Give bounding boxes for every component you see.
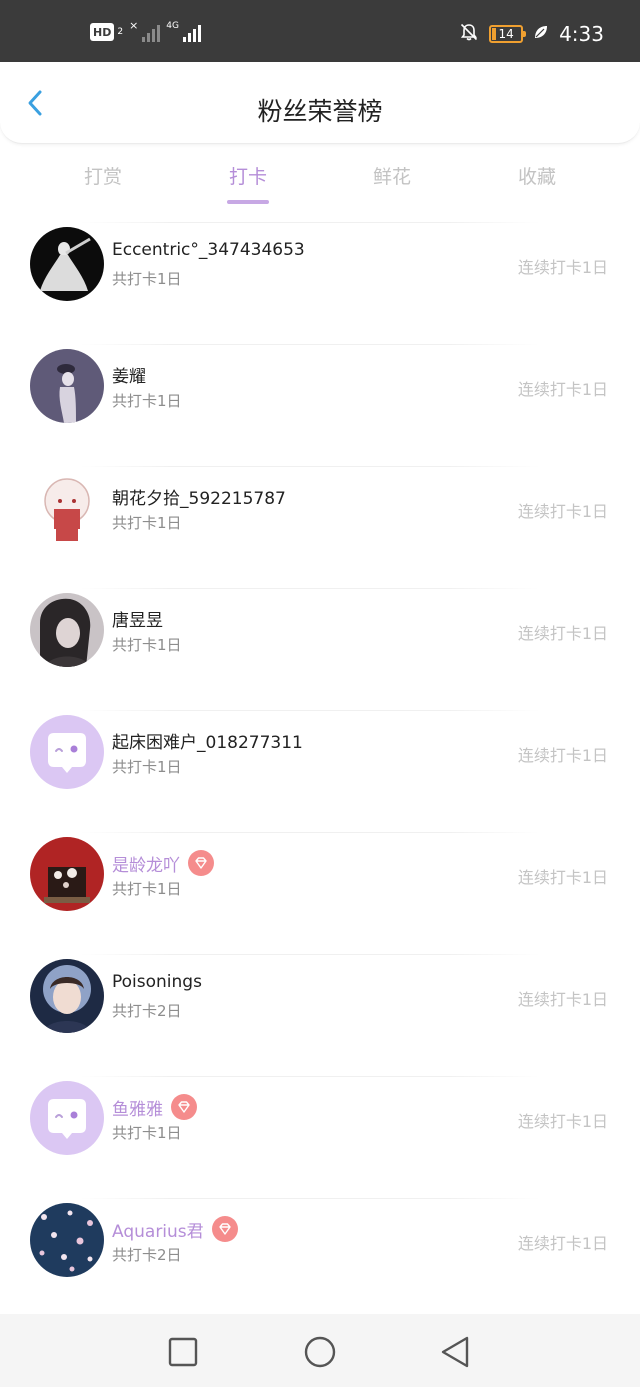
diamond-badge-icon [211,1216,238,1242]
name-line: Aquarius君 [112,1216,238,1242]
divider [80,466,540,467]
no-signal-mark: × [129,18,139,32]
avatar[interactable] [30,593,104,667]
tab-flowers[interactable]: 鲜花 [332,162,452,189]
battery-level: 14 [498,27,514,41]
recent-apps-button[interactable] [165,1334,201,1370]
list-item[interactable]: 朝花夕拾_592215787 共打卡1日 连续打卡1日 [0,466,640,588]
back-triangle-icon [441,1336,469,1368]
diamond-badge-icon [188,850,214,876]
status-right: 14 4:33 [459,22,604,46]
name-line: Eccentric°_347434653 [112,240,305,260]
user-name[interactable]: 鱼雅雅 [112,1095,163,1120]
total-checkins: 共打卡2日 [112,1002,182,1020]
status-left: HD 2 × 4G [90,18,201,42]
avatar[interactable] [30,959,104,1033]
total-checkins: 共打卡1日 [112,636,182,654]
avatar[interactable] [30,349,104,423]
name-line: 是龄龙吖 [112,850,214,876]
status-bar: HD 2 × 4G 14 4:33 [0,0,640,62]
home-icon [304,1336,336,1368]
divider [80,832,540,833]
total-checkins: 共打卡1日 [112,270,182,288]
hd-icon: HD [90,23,115,41]
name-line: 朝花夕拾_592215787 [112,484,286,509]
avatar[interactable] [30,715,104,789]
name-line: 姜耀 [112,362,146,387]
total-checkins: 共打卡1日 [112,514,182,532]
avatar[interactable] [30,227,104,301]
name-line: 起床困难户_018277311 [112,728,303,753]
name-line: Poisonings [112,972,202,992]
avatar[interactable] [30,837,104,911]
list-item[interactable]: 是龄龙吖 共打卡1日 连续打卡1日 [0,832,640,954]
app-header: 粉丝荣誉榜 [0,62,640,144]
divider [80,954,540,955]
list-item[interactable]: Eccentric°_347434653 共打卡1日 连续打卡1日 [0,222,640,344]
user-name[interactable]: Poisonings [112,972,202,992]
streak-checkins: 连续打卡1日 [517,624,608,643]
tab-bar: 打赏 打卡 鲜花 收藏 [0,150,640,210]
total-checkins: 共打卡2日 [112,1246,182,1264]
name-line: 唐昱昱 [112,606,163,631]
user-name[interactable]: 起床困难户_018277311 [112,728,303,753]
page-title: 粉丝荣誉榜 [257,97,383,126]
list-item[interactable]: 鱼雅雅 共打卡1日 连续打卡1日 [0,1076,640,1198]
divider [80,222,540,223]
total-checkins: 共打卡1日 [112,880,182,898]
diamond-badge-icon [171,1094,197,1120]
user-name[interactable]: 朝花夕拾_592215787 [112,484,286,509]
status-time: 4:33 [559,22,604,46]
user-name[interactable]: 姜耀 [112,362,146,387]
list-item[interactable]: 起床困难户_018277311 共打卡1日 连续打卡1日 [0,710,640,832]
streak-checkins: 连续打卡1日 [517,258,608,277]
battery-fill [492,28,497,40]
battery-icon: 14 [489,25,527,43]
streak-checkins: 连续打卡1日 [517,1234,608,1253]
signal-icon [183,22,201,42]
streak-checkins: 连续打卡1日 [517,502,608,521]
divider [80,710,540,711]
tab-reward[interactable]: 打赏 [43,162,163,189]
total-checkins: 共打卡1日 [112,758,182,776]
signal-icon [142,22,161,42]
tab-checkin[interactable]: 打卡 [188,162,308,189]
streak-checkins: 连续打卡1日 [517,380,608,399]
user-name[interactable]: 是龄龙吖 [112,851,180,876]
avatar[interactable] [30,471,104,545]
user-name[interactable]: Aquarius君 [112,1217,204,1242]
divider [80,1076,540,1077]
list-item[interactable]: Aquarius君 共打卡2日 连续打卡1日 [0,1198,640,1320]
system-back-button[interactable] [438,1334,474,1370]
home-button[interactable] [302,1334,338,1370]
streak-checkins: 连续打卡1日 [517,868,608,887]
user-name[interactable]: 唐昱昱 [112,606,163,631]
avatar[interactable] [30,1203,104,1277]
divider [80,344,540,345]
list-item[interactable]: 姜耀 共打卡1日 连续打卡1日 [0,344,640,466]
active-tab-indicator [227,200,269,204]
list-item[interactable]: 唐昱昱 共打卡1日 连续打卡1日 [0,588,640,710]
leaf-icon [533,24,549,44]
avatar[interactable] [30,1081,104,1155]
sim-number: 2 [117,27,124,37]
divider [80,588,540,589]
total-checkins: 共打卡1日 [112,392,182,410]
tab-favorites[interactable]: 收藏 [477,162,597,189]
streak-checkins: 连续打卡1日 [517,746,608,765]
name-line: 鱼雅雅 [112,1094,197,1120]
user-name[interactable]: Eccentric°_347434653 [112,240,305,260]
network-type: 4G [166,20,179,31]
mute-bell-icon [459,22,479,46]
default-chat-avatar-icon [30,1081,104,1155]
list-item[interactable]: Poisonings 共打卡2日 连续打卡1日 [0,954,640,1076]
streak-checkins: 连续打卡1日 [517,990,608,1009]
divider [80,1198,540,1199]
system-nav-bar [0,1314,640,1387]
total-checkins: 共打卡1日 [112,1124,182,1142]
streak-checkins: 连续打卡1日 [517,1112,608,1131]
default-chat-avatar-icon [30,715,104,789]
recent-apps-icon [168,1337,198,1367]
